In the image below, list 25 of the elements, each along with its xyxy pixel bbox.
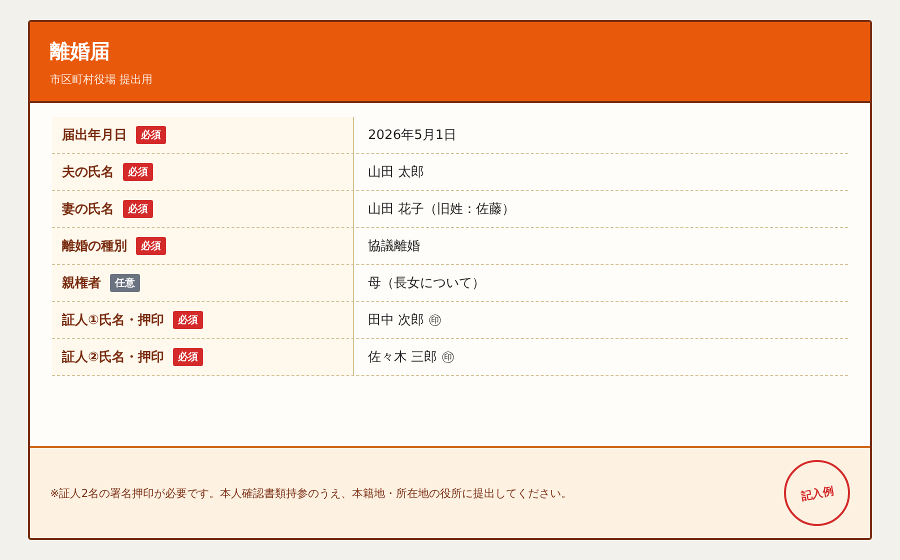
field-value: 山田 太郎: [368, 164, 424, 181]
required-badge: 必須: [123, 163, 153, 181]
field-label: 証人①氏名・押印: [62, 312, 164, 329]
field-label: 夫の氏名: [62, 164, 114, 181]
field-value: 佐々木 三郎 ㊞: [368, 349, 454, 366]
required-badge: 必須: [173, 311, 204, 329]
field-label: 離婚の種別: [62, 238, 127, 255]
field-label: 親権者: [62, 274, 101, 292]
field-value: 山田 花子（旧姓：佐藤）: [368, 201, 516, 218]
optional-badge: 任意: [110, 274, 140, 292]
required-badge: 必須: [136, 237, 166, 255]
footer-note: ※証人2名の署名押印が必要です。本人確認書類持参のうえ、本籍地・所在地の役所に提出してください。: [50, 486, 572, 500]
sample-stamp: 記入例: [784, 460, 850, 526]
field-value: 2026年5月1日: [368, 127, 457, 144]
field-label: 証人②氏名・押印: [62, 348, 164, 366]
form-title: 離婚届: [50, 38, 111, 65]
field-value: 母（長女について）: [368, 275, 485, 292]
field-label: 届出年月日: [62, 127, 127, 144]
field-label: 妻の氏名: [62, 200, 114, 218]
form-subtitle: 市区町村役場 提出用: [50, 72, 152, 87]
field-value: 協議離婚: [368, 238, 420, 255]
required-badge: 必須: [123, 200, 153, 218]
required-badge: 必須: [173, 348, 204, 366]
field-value: 田中 次郎 ㊞: [368, 312, 442, 329]
required-badge: 必須: [136, 126, 166, 144]
